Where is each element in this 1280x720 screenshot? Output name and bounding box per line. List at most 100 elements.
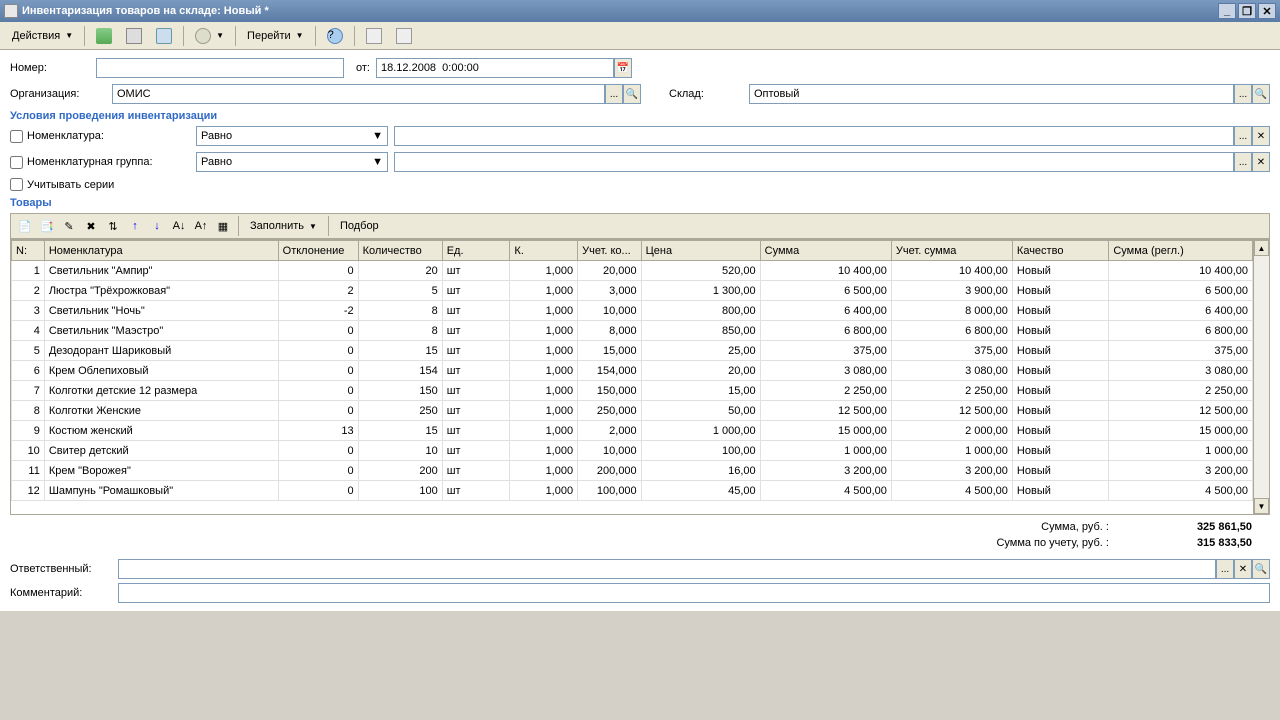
table-cell[interactable]: 10,000 [578,441,642,461]
table-cell[interactable]: 1,000 [510,401,578,421]
warehouse-select-button[interactable]: ... [1234,84,1252,104]
warehouse-search-button[interactable]: 🔍 [1252,84,1270,104]
items-table[interactable]: N:НоменклатураОтклонениеКоличествоЕд.К.У… [11,240,1253,501]
column-header[interactable]: Количество [358,241,442,261]
table-cell[interactable]: 1,000 [510,441,578,461]
table-cell[interactable]: 0 [278,341,358,361]
list-button-2[interactable] [390,25,418,47]
table-cell[interactable]: 5 [358,281,442,301]
table-cell[interactable]: шт [442,381,510,401]
table-cell[interactable]: 3 [12,301,45,321]
table-cell[interactable]: 1,000 [510,361,578,381]
table-cell[interactable]: Шампунь "Ромашковый" [44,481,278,501]
table-row[interactable]: 8Колготки Женские0250шт1,000250,00050,00… [12,401,1253,421]
table-cell[interactable]: 10 400,00 [1109,261,1253,281]
table-cell[interactable]: 15,00 [641,381,760,401]
table-cell[interactable]: Люстра "Трёхрожковая" [44,281,278,301]
table-cell[interactable]: 1 000,00 [641,421,760,441]
column-header[interactable]: К. [510,241,578,261]
table-cell[interactable]: Свитер детский [44,441,278,461]
table-cell[interactable]: Новый [1012,441,1108,461]
edit-row-button[interactable]: ✎ [59,216,79,236]
table-cell[interactable]: 0 [278,361,358,381]
table-cell[interactable]: Новый [1012,381,1108,401]
table-cell[interactable]: 1 300,00 [641,281,760,301]
sort-desc-button[interactable]: A↑ [191,216,211,236]
move-up-button[interactable]: ↑ [125,216,145,236]
table-row[interactable]: 3Светильник "Ночь"-28шт1,00010,000800,00… [12,301,1253,321]
responsible-input[interactable] [118,559,1216,579]
table-cell[interactable]: 1 000,00 [891,441,1012,461]
table-cell[interactable]: 1 000,00 [760,441,891,461]
table-cell[interactable]: Новый [1012,401,1108,421]
table-cell[interactable]: 11 [12,461,45,481]
table-cell[interactable]: 10 [12,441,45,461]
table-cell[interactable]: 0 [278,461,358,481]
table-cell[interactable]: 1,000 [510,461,578,481]
table-cell[interactable]: шт [442,461,510,481]
table-cell[interactable]: Дезодорант Шариковый [44,341,278,361]
table-row[interactable]: 7Колготки детские 12 размера0150шт1,0001… [12,381,1253,401]
table-cell[interactable]: 6 400,00 [1109,301,1253,321]
nomenclature-value-input[interactable] [394,126,1234,146]
column-header[interactable]: Сумма (регл.) [1109,241,1253,261]
actions-button[interactable]: Действия▼ [6,27,79,45]
settings-button[interactable]: ▼ [189,25,230,47]
table-cell[interactable]: Костюм женский [44,421,278,441]
nomenclature-checkbox[interactable] [10,130,23,143]
column-header[interactable]: N: [12,241,45,261]
table-cell[interactable]: 12 500,00 [891,401,1012,421]
table-cell[interactable]: 2 250,00 [891,381,1012,401]
fill-button[interactable]: Заполнить▼ [244,217,323,235]
table-cell[interactable]: 2 [12,281,45,301]
table-cell[interactable]: 6 800,00 [760,321,891,341]
sort-asc-button[interactable]: A↓ [169,216,189,236]
nomenclature-condition-select[interactable]: Равно▼ [196,126,388,146]
org-select-button[interactable]: ... [605,84,623,104]
table-cell[interactable]: 200,000 [578,461,642,481]
table-cell[interactable]: 250,000 [578,401,642,421]
table-cell[interactable]: 3 900,00 [891,281,1012,301]
column-header[interactable]: Цена [641,241,760,261]
table-cell[interactable]: 8 000,00 [891,301,1012,321]
table-cell[interactable]: 520,00 [641,261,760,281]
table-cell[interactable]: 7 [12,381,45,401]
table-cell[interactable]: 4 [12,321,45,341]
table-row[interactable]: 6Крем Облепиховый0154шт1,000154,00020,00… [12,361,1253,381]
add-row-button[interactable]: 📄 [15,216,35,236]
date-input[interactable] [376,58,614,78]
org-input[interactable] [112,84,605,104]
nom-group-clear-button[interactable]: ✕ [1252,152,1270,172]
table-row[interactable]: 4Светильник "Маэстро"08шт1,0008,000850,0… [12,321,1253,341]
table-cell[interactable]: 375,00 [891,341,1012,361]
table-cell[interactable]: 3 200,00 [891,461,1012,481]
table-cell[interactable]: 6 400,00 [760,301,891,321]
table-cell[interactable]: 5 [12,341,45,361]
column-header[interactable]: Сумма [760,241,891,261]
table-cell[interactable]: шт [442,281,510,301]
table-cell[interactable]: 4 500,00 [760,481,891,501]
table-cell[interactable]: 1,000 [510,341,578,361]
nom-group-select-button[interactable]: ... [1234,152,1252,172]
nom-group-condition-select[interactable]: Равно▼ [196,152,388,172]
nomenclature-clear-button[interactable]: ✕ [1252,126,1270,146]
table-cell[interactable]: Колготки детские 12 размера [44,381,278,401]
table-cell[interactable]: 15 [358,341,442,361]
table-cell[interactable]: 20,00 [641,361,760,381]
table-cell[interactable]: Светильник "Ночь" [44,301,278,321]
move-down-button[interactable]: ↓ [147,216,167,236]
table-cell[interactable]: Новый [1012,481,1108,501]
table-cell[interactable]: 3,000 [578,281,642,301]
table-cell[interactable]: 15 000,00 [760,421,891,441]
table-cell[interactable]: Новый [1012,261,1108,281]
table-row[interactable]: 12Шампунь "Ромашковый"0100шт1,000100,000… [12,481,1253,501]
close-button[interactable]: ✕ [1258,3,1276,19]
table-cell[interactable]: 150 [358,381,442,401]
table-cell[interactable]: 2,000 [578,421,642,441]
table-cell[interactable]: 4 500,00 [891,481,1012,501]
org-search-button[interactable]: 🔍 [623,84,641,104]
table-cell[interactable]: Новый [1012,281,1108,301]
help-button[interactable]: ? [321,25,349,47]
table-cell[interactable]: 12 500,00 [1109,401,1253,421]
table-cell[interactable]: 1,000 [510,381,578,401]
